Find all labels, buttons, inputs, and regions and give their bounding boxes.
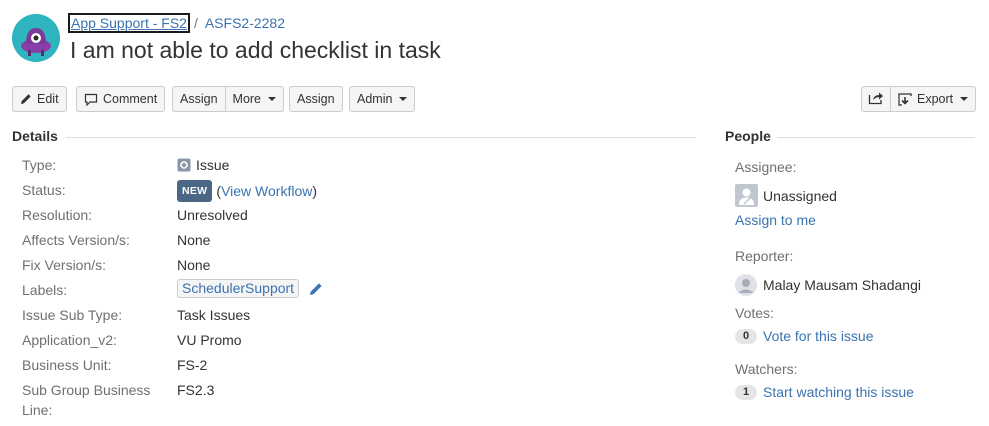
people-divider <box>777 137 975 138</box>
issue-type-icon <box>177 158 191 172</box>
assign-label: Assign <box>180 92 218 106</box>
people-heading[interactable]: People <box>725 128 771 144</box>
user-avatar-icon <box>735 184 758 207</box>
edit-label: Edit <box>37 92 59 106</box>
comment-button[interactable]: Comment <box>76 86 166 112</box>
status-lozenge: NEW <box>177 180 213 202</box>
issue-toolbar: Edit Comment Assign More Assign Admin Ex… <box>0 86 989 112</box>
watchers-label: Watchers: <box>735 361 798 377</box>
label-tag[interactable]: SchedulerSupport <box>177 279 300 298</box>
comment-label: Comment <box>103 92 158 106</box>
labels-value: SchedulerSupport <box>177 279 323 298</box>
affects-version-label: Affects Version/s: <box>22 232 130 248</box>
details-heading[interactable]: Details <box>12 128 58 144</box>
paren-close: ) <box>312 183 318 199</box>
sub-group-label-line2: Line: <box>22 402 53 418</box>
votes-label: Votes: <box>735 305 774 321</box>
chevron-down-icon <box>960 97 969 101</box>
assign-button[interactable]: Assign <box>172 86 226 112</box>
application-value: VU Promo <box>177 332 242 348</box>
type-label: Type: <box>22 157 57 173</box>
breadcrumb-project-link[interactable]: App Support - FS2 <box>68 13 190 33</box>
vote-for-issue-link[interactable]: Vote for this issue <box>763 328 874 344</box>
application-label: Application_v2: <box>22 332 117 348</box>
download-icon <box>898 92 912 106</box>
chevron-down-icon <box>399 97 408 101</box>
share-button[interactable] <box>861 86 891 112</box>
issue-sub-type-label: Issue Sub Type: <box>22 307 123 323</box>
assignee-row: Unassigned <box>735 184 837 207</box>
reporter-row: Malay Mausam Shadangi <box>735 274 921 296</box>
share-icon <box>868 91 884 108</box>
project-avatar[interactable] <box>12 14 60 62</box>
assign-to-me-link[interactable]: Assign to me <box>735 212 816 228</box>
chevron-down-icon <box>268 97 277 101</box>
assign-secondary-label: Assign <box>297 92 335 106</box>
assignee-label: Assignee: <box>735 159 797 175</box>
pencil-icon <box>20 93 32 105</box>
votes-count-badge: 0 <box>735 328 757 344</box>
status-label: Status: <box>22 182 66 198</box>
labels-label: Labels: <box>22 282 68 298</box>
watchers-count-badge: 1 <box>735 384 757 400</box>
start-watching-link[interactable]: Start watching this issue <box>763 384 914 400</box>
assign-secondary-button[interactable]: Assign <box>289 86 343 112</box>
comment-icon <box>84 93 98 106</box>
status-value: NEW ( View Workflow ) <box>177 180 317 202</box>
type-value: Issue <box>177 155 229 175</box>
assignee-value: Unassigned <box>763 187 837 204</box>
breadcrumb-separator: / <box>193 15 198 31</box>
reporter-value[interactable]: Malay Mausam Shadangi <box>763 277 921 293</box>
admin-label: Admin <box>357 92 393 106</box>
view-workflow-link[interactable]: View Workflow <box>221 181 312 201</box>
business-unit-label: Business Unit: <box>22 357 112 373</box>
edit-button[interactable]: Edit <box>12 86 67 112</box>
export-label: Export <box>917 92 954 106</box>
sub-group-business-line-value: FS2.3 <box>177 382 215 398</box>
sub-group-business-line-label: Sub Group Business Line: <box>22 380 172 420</box>
watchers-row: 1 Start watching this issue <box>735 384 914 400</box>
issue-summary[interactable]: I am not able to add checklist in task <box>70 37 441 64</box>
business-unit-value: FS-2 <box>177 357 208 373</box>
admin-dropdown-button[interactable]: Admin <box>349 86 416 112</box>
project-avatar-icon <box>12 14 60 62</box>
fix-version-label: Fix Version/s: <box>22 257 107 273</box>
edit-labels-pencil-icon[interactable] <box>309 282 323 296</box>
more-label: More <box>232 92 262 106</box>
reporter-avatar-icon <box>735 274 757 296</box>
workflow-button-group: Assign More <box>172 86 285 112</box>
resolution-value: Unresolved <box>177 207 248 223</box>
sub-group-label-line1: Sub Group Business <box>22 382 151 398</box>
affects-version-value: None <box>177 232 211 248</box>
details-divider <box>66 137 696 138</box>
resolution-label: Resolution: <box>22 207 93 223</box>
type-text: Issue <box>196 157 230 173</box>
votes-row: 0 Vote for this issue <box>735 328 874 344</box>
fix-version-value: None <box>177 257 211 273</box>
reporter-label: Reporter: <box>735 248 794 264</box>
export-dropdown-button[interactable]: Export <box>891 86 977 112</box>
more-dropdown-button[interactable]: More <box>225 86 285 112</box>
breadcrumb-issue-key-link[interactable]: ASFS2-2282 <box>205 15 285 31</box>
issue-sub-type-value: Task Issues <box>177 307 251 323</box>
breadcrumb: App Support - FS2 / ASFS2-2282 <box>68 13 285 33</box>
share-export-group: Export <box>861 86 977 112</box>
